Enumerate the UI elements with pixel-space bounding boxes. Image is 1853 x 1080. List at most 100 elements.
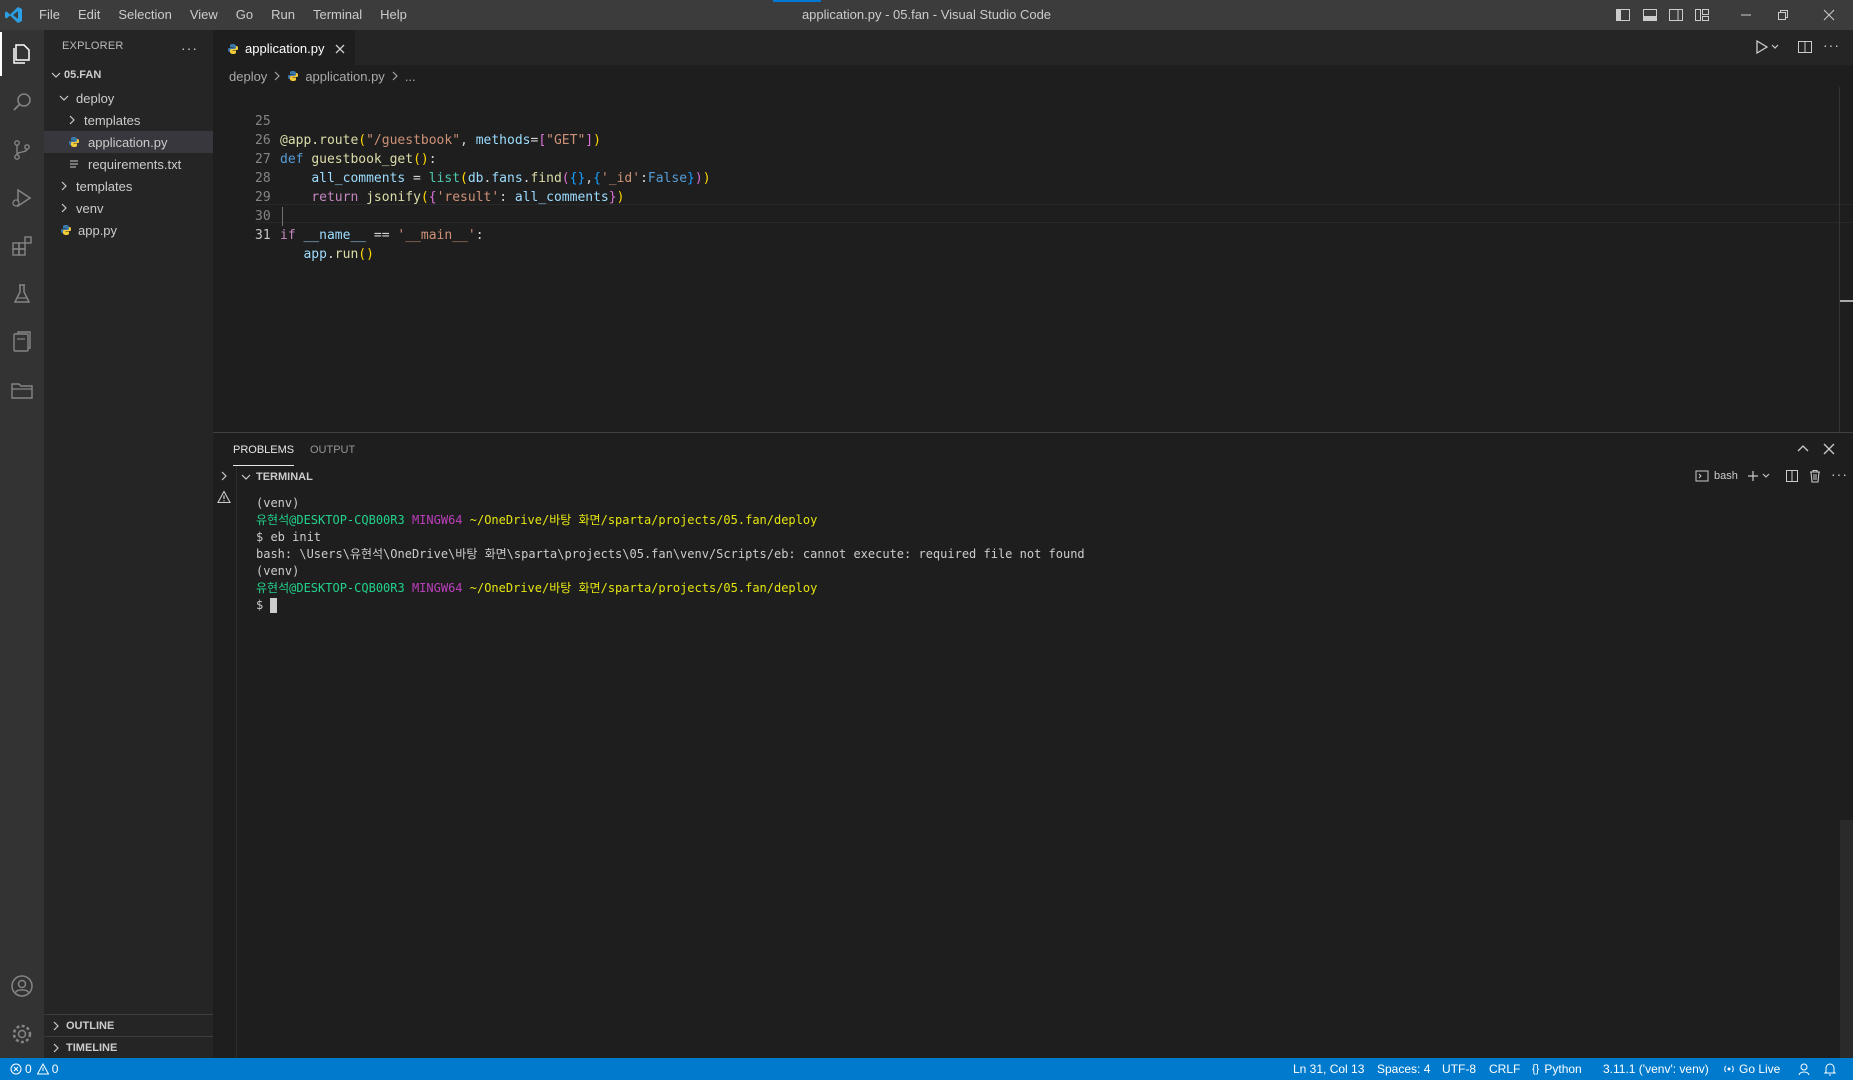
chevron-down-icon <box>56 90 72 106</box>
split-terminal-icon[interactable] <box>1785 469 1799 483</box>
code-line: 31 app.run() <box>213 207 1853 262</box>
toggle-primary-sidebar-icon[interactable] <box>1608 0 1638 30</box>
remote-explorer-icon[interactable] <box>0 318 44 366</box>
chevron-down-icon[interactable] <box>240 471 252 483</box>
tree-item-label: venv <box>76 200 104 216</box>
prompt-path: ~/OneDrive/바탕 화면/sparta/projects/05.fan/… <box>462 513 818 527</box>
title-accent-line <box>773 0 821 2</box>
tab-label: application.py <box>245 41 325 56</box>
breadcrumb-symbol[interactable]: ... <box>405 69 416 84</box>
cursor-position[interactable]: Ln 31, Col 13 <box>1293 1058 1364 1080</box>
menu-go[interactable]: Go <box>227 0 262 30</box>
end-of-line[interactable]: CRLF <box>1489 1058 1520 1080</box>
tree-item-venv[interactable]: venv <box>44 197 213 219</box>
breadcrumb-file[interactable]: application.py <box>305 69 385 84</box>
search-icon[interactable] <box>0 78 44 126</box>
menu-terminal[interactable]: Terminal <box>304 0 371 30</box>
new-terminal-plus-icon[interactable] <box>1746 469 1774 483</box>
code-line: 28 return jsonify({'result': all_comment… <box>213 150 1853 205</box>
accounts-icon[interactable] <box>0 962 44 1010</box>
breadcrumb: deploy application.py ... <box>213 65 1853 87</box>
project-manager-icon[interactable] <box>0 366 44 414</box>
prompt-env: MINGW64 <box>404 581 463 595</box>
warning-icon[interactable] <box>217 490 231 504</box>
chevron-right-icon <box>56 200 72 216</box>
testing-icon[interactable] <box>0 270 44 318</box>
menu-run[interactable]: Run <box>262 0 304 30</box>
tree-item-requirements-txt[interactable]: requirements.txt <box>44 153 213 175</box>
terminal-shell-icon <box>1695 469 1709 483</box>
tree-item-label: requirements.txt <box>88 156 182 172</box>
manage-gear-icon[interactable] <box>0 1010 44 1058</box>
tab-problems[interactable]: PROBLEMS <box>233 434 295 466</box>
breadcrumb-deploy[interactable]: deploy <box>229 69 267 84</box>
python-interpreter[interactable]: 3.11.1 ('venv': venv) <box>1603 1058 1709 1080</box>
indentation[interactable]: Spaces: 4 <box>1377 1058 1430 1080</box>
warning-icon <box>36 1063 49 1075</box>
tab-output[interactable]: OUTPUT <box>310 434 355 466</box>
python-file-icon <box>227 43 239 55</box>
kill-terminal-trash-icon[interactable] <box>1808 469 1822 483</box>
tab-application-py[interactable]: application.py <box>213 30 355 66</box>
editor-scrollbar[interactable] <box>1839 87 1853 432</box>
split-editor-icon[interactable] <box>1797 39 1813 55</box>
close-panel-icon[interactable] <box>1822 442 1836 456</box>
tree-item-label: application.py <box>88 134 168 150</box>
extensions-icon[interactable] <box>0 222 44 270</box>
tree-item-app-py[interactable]: app.py <box>44 219 213 241</box>
outline-section-header[interactable]: OUTLINE <box>44 1014 213 1037</box>
terminal-prompt-line: 유현석@DESKTOP-CQB00R3 MINGW64 ~/OneDrive/바… <box>256 512 817 529</box>
code-line: 29 <box>213 169 1853 205</box>
panel-side-strip <box>213 466 237 1058</box>
workspace-root[interactable]: 05.FAN <box>44 64 213 86</box>
explorer-icon[interactable] <box>0 30 44 78</box>
go-live-label: Go Live <box>1739 1062 1781 1076</box>
terminal-title: TERMINAL <box>256 471 313 483</box>
tree-item-label: app.py <box>78 222 118 238</box>
scrollbar-cursor-marker <box>1840 300 1853 302</box>
tree-item-deploy[interactable]: deploy <box>44 87 213 109</box>
maximize-panel-chevron-up-icon[interactable] <box>1796 442 1810 456</box>
menu-edit[interactable]: Edit <box>69 0 109 30</box>
code-line: 25 @app.route("/guestbook", methods=["GE… <box>213 93 1853 148</box>
terminal-shell-name[interactable]: bash <box>1714 470 1738 482</box>
chevron-right-icon[interactable] <box>218 470 230 482</box>
language-mode[interactable]: {} Python <box>1532 1058 1582 1080</box>
menu-help[interactable]: Help <box>371 0 416 30</box>
problems-status[interactable]: 0 0 <box>10 1058 58 1080</box>
editor-tab-bar <box>213 30 1853 65</box>
terminal-more-actions-icon[interactable]: ··· <box>1831 466 1848 482</box>
run-python-file-icon[interactable] <box>1754 39 1782 55</box>
tree-item-templates[interactable]: templates <box>44 175 213 197</box>
chevron-right-icon <box>273 71 281 81</box>
notifications-bell-icon[interactable] <box>1823 1058 1837 1080</box>
tree-item-application-py[interactable]: application.py <box>44 131 213 153</box>
customize-layout-icon[interactable] <box>1687 0 1717 30</box>
terminal-input-line[interactable]: $ <box>256 597 278 614</box>
close-window-icon[interactable] <box>1806 0 1852 30</box>
terminal-area[interactable] <box>236 488 1839 1058</box>
encoding[interactable]: UTF-8 <box>1442 1058 1476 1080</box>
timeline-section-header[interactable]: TIMELINE <box>44 1036 213 1059</box>
menu-selection[interactable]: Selection <box>109 0 180 30</box>
tree-item-deploy-templates[interactable]: templates <box>44 109 213 131</box>
close-tab-icon[interactable] <box>335 44 345 54</box>
code-text: app.run() <box>303 247 374 262</box>
python-file-icon <box>68 136 80 148</box>
source-control-icon[interactable] <box>0 126 44 174</box>
prompt-user: 유현석@DESKTOP-CQB00R3 <box>256 513 405 527</box>
code-text: if __name__ == '__main__': <box>280 228 484 243</box>
feedback-icon[interactable] <box>1797 1058 1811 1080</box>
chevron-right-icon <box>48 1040 64 1056</box>
editor-more-actions-icon[interactable]: ··· <box>1823 37 1840 53</box>
error-count: 0 <box>25 1062 32 1076</box>
timeline-label: TIMELINE <box>66 1042 118 1054</box>
restore-icon[interactable] <box>1760 0 1806 30</box>
go-live-button[interactable]: Go Live <box>1723 1058 1780 1080</box>
terminal-scrollbar[interactable] <box>1840 820 1853 1058</box>
more-actions-icon[interactable]: ··· <box>181 40 198 56</box>
menu-file[interactable]: File <box>30 0 69 30</box>
terminal-line: (venv) <box>256 564 300 578</box>
menu-view[interactable]: View <box>181 0 227 30</box>
run-and-debug-icon[interactable] <box>0 174 44 222</box>
